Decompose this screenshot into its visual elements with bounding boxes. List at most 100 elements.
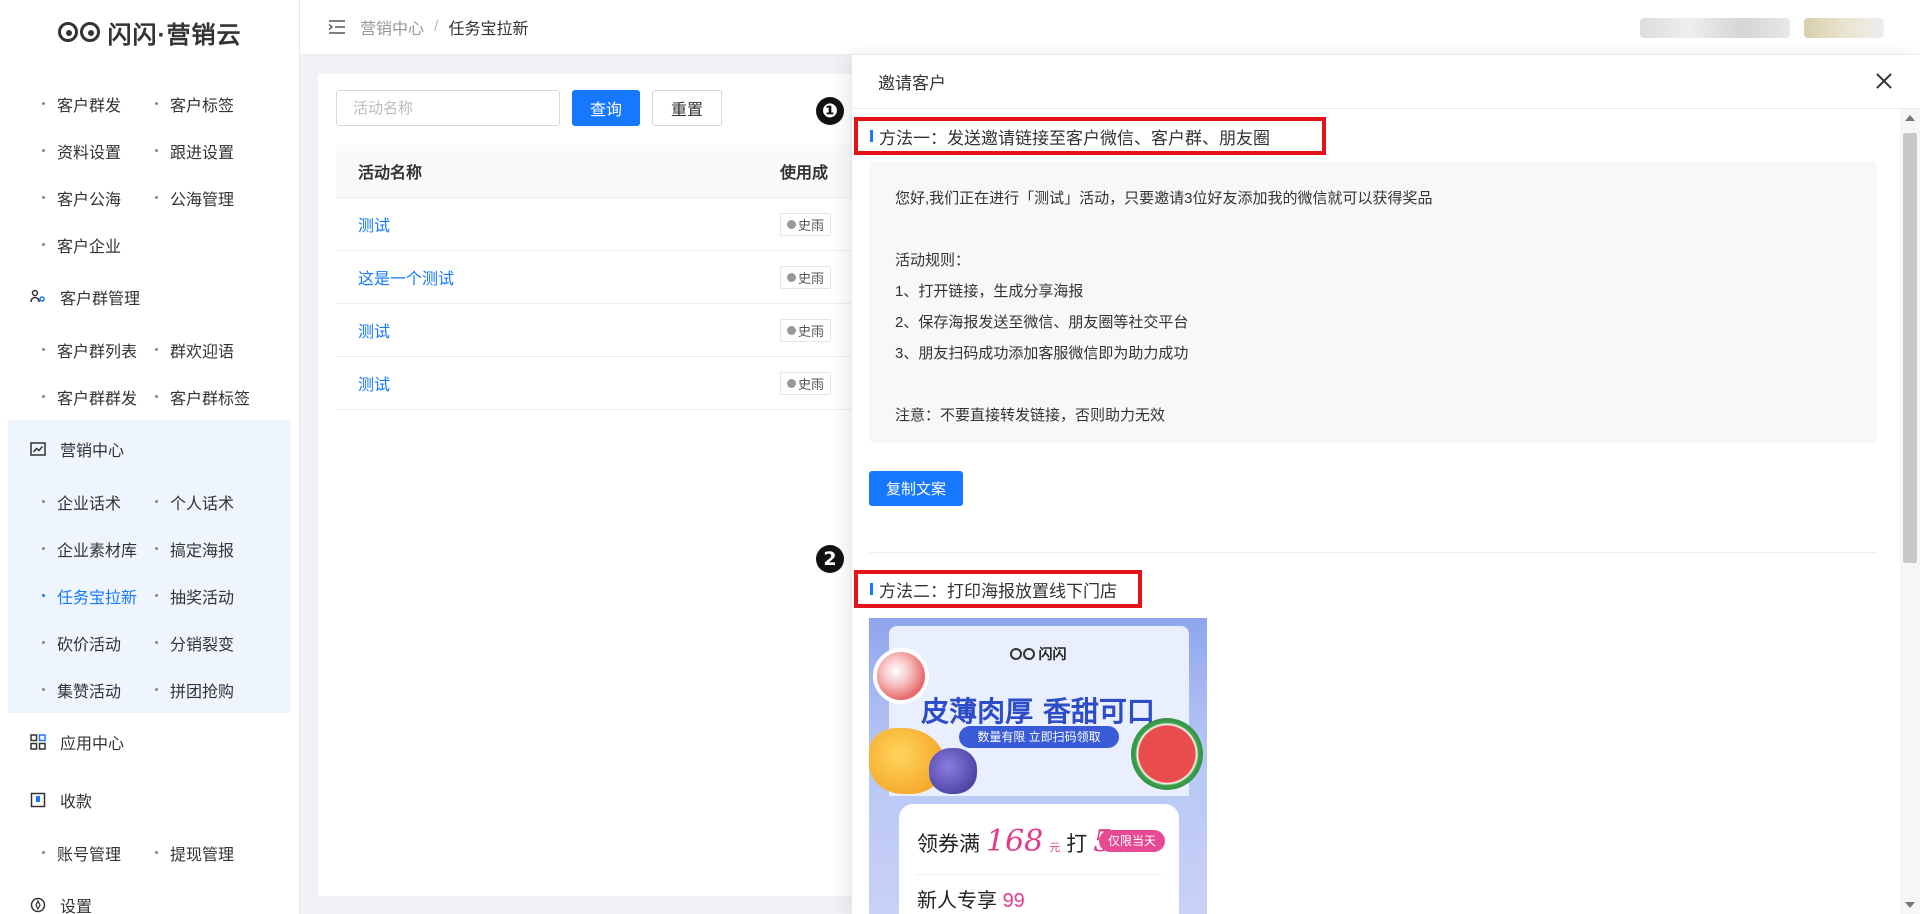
breadcrumb: 营销中心 / 任务宝拉新 bbox=[328, 15, 528, 39]
scroll-down-icon[interactable] bbox=[1905, 902, 1915, 908]
promo-poster[interactable]: 闪闪 皮薄肉厚 香甜可口 数量有限 立即扫码领取 领券满 168 元 打 5 折… bbox=[869, 618, 1207, 914]
method-2-title: 方法二：打印海报放置线下门店 bbox=[854, 570, 1142, 608]
filter-bar: 查询 重置 bbox=[336, 90, 723, 126]
activity-link[interactable]: 测试 bbox=[358, 377, 390, 394]
message-line: 您好,我们正在进行「测试」活动，只要邀请3位好友添加我的微信就可以获得奖品 bbox=[895, 190, 1433, 207]
group-manage-icon bbox=[30, 289, 46, 305]
sidebar-row: 账号管理 提现管理 bbox=[0, 829, 299, 876]
title-accent-bar bbox=[870, 583, 873, 595]
section-divider bbox=[869, 552, 1877, 553]
sidebar: 闪闪·营销云 客户群发 客户标签 资料设置 跟进设置 客户公海 公海管理 客户企… bbox=[0, 0, 300, 914]
scroll-thumb[interactable] bbox=[1903, 133, 1917, 563]
payment-icon bbox=[30, 792, 46, 808]
sidebar-group-head[interactable]: 应用中心 bbox=[0, 713, 299, 771]
sidebar-row: 客户企业 bbox=[0, 221, 299, 268]
breadcrumb-current: 任务宝拉新 bbox=[448, 21, 529, 38]
sidebar-group-head[interactable]: 收款 bbox=[0, 771, 299, 829]
user-icon bbox=[787, 325, 796, 335]
sidebar-item-withdraw-manage[interactable]: 提现管理 bbox=[155, 841, 268, 865]
breadcrumb-separator: / bbox=[434, 18, 439, 35]
sidebar-group-settings: 设置 bbox=[0, 876, 299, 914]
sidebar-row: 企业话术 个人话术 bbox=[8, 478, 291, 525]
apps-icon bbox=[30, 734, 46, 750]
topbar: 营销中心 / 任务宝拉新 bbox=[300, 0, 1920, 55]
sidebar-row: 客户群发 客户标签 bbox=[0, 80, 299, 127]
sidebar-item-account-manage[interactable]: 账号管理 bbox=[42, 841, 155, 865]
user-tag: 史雨 bbox=[780, 371, 832, 395]
sidebar-item-group-broadcast[interactable]: 客户群群发 bbox=[42, 385, 155, 409]
copy-text-button[interactable]: 复制文案 bbox=[869, 471, 964, 506]
owl-logo-icon bbox=[57, 22, 100, 42]
blurred-avatar[interactable] bbox=[1804, 18, 1884, 38]
sidebar-row: 客户公海 公海管理 bbox=[0, 174, 299, 221]
sidebar-item-group-welcome[interactable]: 群欢迎语 bbox=[155, 338, 268, 362]
card-divider bbox=[917, 874, 1161, 875]
settings-icon bbox=[30, 897, 46, 913]
sidebar-item-task-referral[interactable]: 任务宝拉新 bbox=[42, 584, 155, 608]
sidebar-item-material-library[interactable]: 企业素材库 bbox=[42, 537, 155, 561]
user-icon bbox=[787, 272, 796, 282]
activity-link[interactable]: 测试 bbox=[358, 324, 390, 341]
sidebar-group-head[interactable]: 营销中心 bbox=[8, 420, 291, 478]
sidebar-group-marketing: 营销中心 企业话术 个人话术 企业素材库 搞定海报 任务宝拉新 抽奖活动 砍价活… bbox=[8, 420, 291, 713]
sidebar-item-customer-broadcast[interactable]: 客户群发 bbox=[42, 92, 155, 116]
sidebar-item-likes[interactable]: 集赞活动 bbox=[42, 678, 155, 702]
sidebar-item-group-tags[interactable]: 客户群标签 bbox=[155, 385, 268, 409]
owl-logo-icon bbox=[1009, 648, 1035, 660]
message-line bbox=[895, 214, 1851, 245]
sidebar-item-poster[interactable]: 搞定海报 bbox=[155, 537, 268, 561]
sidebar-item-followup-settings[interactable]: 跟进设置 bbox=[155, 139, 268, 163]
activity-link[interactable]: 这是一个测试 bbox=[358, 271, 454, 288]
sidebar-item-customer-pool[interactable]: 客户公海 bbox=[42, 186, 155, 210]
user-icon bbox=[787, 378, 796, 388]
user-tag: 史雨 bbox=[780, 318, 832, 342]
activity-name-input[interactable] bbox=[336, 90, 560, 126]
sidebar-item-distribution[interactable]: 分销裂变 bbox=[155, 631, 268, 655]
next-coupon-row: 新人专享 99 bbox=[917, 890, 1025, 912]
user-icon bbox=[787, 219, 796, 229]
drawer-scrollbar[interactable] bbox=[1900, 109, 1920, 914]
menu-fold-icon[interactable] bbox=[328, 19, 346, 35]
sidebar-item-customer-tags[interactable]: 客户标签 bbox=[155, 92, 268, 116]
message-line bbox=[895, 369, 1851, 400]
user-tag: 史雨 bbox=[780, 265, 832, 289]
sidebar-item-lottery[interactable]: 抽奖活动 bbox=[155, 584, 268, 608]
user-tag: 史雨 bbox=[780, 212, 832, 236]
sidebar-item-personal-scripts[interactable]: 个人话术 bbox=[155, 490, 268, 514]
message-line: 3、朋友扫码成功添加客服微信即为助力成功 bbox=[895, 345, 1189, 362]
reset-button[interactable]: 重置 bbox=[652, 90, 723, 126]
sidebar-row: 客户群列表 群欢迎语 bbox=[0, 326, 299, 373]
sidebar-item-pool-manage[interactable]: 公海管理 bbox=[155, 186, 268, 210]
sidebar-item-profile-settings[interactable]: 资料设置 bbox=[42, 139, 155, 163]
header-activity-name: 活动名称 bbox=[358, 165, 423, 182]
sidebar-item-customer-enterprise[interactable]: 客户企业 bbox=[42, 233, 155, 257]
sidebar-row: 资料设置 跟进设置 bbox=[0, 127, 299, 174]
blurred-account-info bbox=[1640, 18, 1790, 38]
coupon-row: 领券满 168 元 打 5 折 bbox=[917, 824, 1129, 859]
sidebar-row: 集赞活动 拼团抢购 bbox=[8, 666, 291, 713]
activity-link[interactable]: 测试 bbox=[358, 218, 390, 235]
message-line: 2、保存海报发送至微信、朋友圈等社交平台 bbox=[895, 314, 1189, 331]
sidebar-group-head[interactable]: 设置 bbox=[0, 876, 299, 914]
method-1-title: 方法一：发送邀请链接至客户微信、客户群、朋友圈 bbox=[854, 117, 1326, 155]
breadcrumb-parent[interactable]: 营销中心 bbox=[360, 15, 424, 39]
sidebar-item-group-list[interactable]: 客户群列表 bbox=[42, 338, 155, 362]
sidebar-group-apps: 应用中心 bbox=[0, 713, 299, 771]
sidebar-group-head[interactable]: 客户群管理 bbox=[0, 268, 299, 326]
drawer-title: 邀请客户 bbox=[878, 74, 946, 93]
scroll-up-icon[interactable] bbox=[1905, 115, 1915, 121]
sidebar-row: 砍价活动 分销裂变 bbox=[8, 619, 291, 666]
chart-line-icon bbox=[30, 441, 46, 457]
logo[interactable]: 闪闪·营销云 bbox=[0, 0, 299, 64]
poster-coupon-card: 领券满 168 元 打 5 折 仅限当天 新人专享 99 bbox=[899, 804, 1179, 914]
poster-subline: 数量有限 立即扫码领取 bbox=[959, 726, 1119, 748]
close-icon[interactable] bbox=[1874, 71, 1894, 91]
sidebar-item-group-buy[interactable]: 拼团抢购 bbox=[155, 678, 268, 702]
coupon-tag: 仅限当天 bbox=[1099, 830, 1165, 852]
sidebar-group-customer-groups: 客户群管理 客户群列表 群欢迎语 客户群群发 客户群标签 bbox=[0, 268, 299, 420]
query-button[interactable]: 查询 bbox=[572, 90, 641, 126]
sidebar-item-bargain[interactable]: 砍价活动 bbox=[42, 631, 155, 655]
sidebar-item-enterprise-scripts[interactable]: 企业话术 bbox=[42, 490, 155, 514]
message-line: 注意：不要直接转发链接，否则助力无效 bbox=[895, 407, 1166, 424]
grape-image bbox=[929, 748, 977, 794]
